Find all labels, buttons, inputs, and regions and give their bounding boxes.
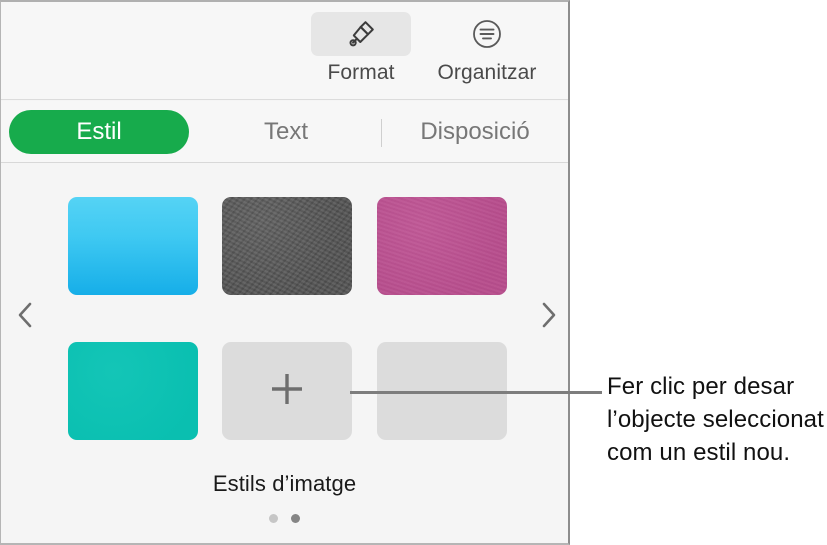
tab-divider [381, 119, 382, 147]
gallery-previous-button[interactable] [7, 299, 43, 335]
gallery-next-button[interactable] [531, 299, 567, 335]
tab-estil[interactable]: Estil [9, 110, 189, 154]
style-swatch-blue[interactable] [68, 197, 198, 295]
arrange-icon [437, 12, 537, 56]
style-swatch-teal[interactable] [68, 342, 198, 440]
add-style-button[interactable] [222, 342, 352, 440]
page-dot-2[interactable] [291, 514, 300, 523]
page-dot-1[interactable] [269, 514, 278, 523]
image-styles-gallery: Estils d’imatge [1, 164, 568, 543]
style-swatch-pink[interactable] [377, 197, 507, 295]
gallery-page-dots[interactable] [1, 514, 568, 523]
organize-button[interactable]: Organitzar [433, 12, 541, 90]
callout-text: Fer clic per desar l’objecte seleccionat… [607, 373, 824, 466]
inspector-toolbar: Format Organitzar [1, 2, 568, 100]
format-button-label: Format [327, 61, 395, 84]
chevron-right-icon [538, 300, 560, 335]
callout-leader-line [350, 391, 602, 394]
chevron-left-icon [14, 300, 36, 335]
inspector-tab-bar: Estil Text Disposició [1, 101, 568, 163]
paintbrush-icon [311, 12, 411, 56]
plus-icon [264, 366, 310, 417]
format-button[interactable]: Format [307, 12, 415, 90]
format-inspector-panel: Format Organitzar Estil Text Disposició [0, 0, 570, 545]
tab-text[interactable]: Text [197, 110, 375, 154]
organize-button-label: Organitzar [437, 61, 537, 84]
gallery-caption: Estils d’imatge [212, 471, 357, 496]
style-swatch-dark-gray[interactable] [222, 197, 352, 295]
tab-disposicio[interactable]: Disposició [383, 110, 567, 154]
